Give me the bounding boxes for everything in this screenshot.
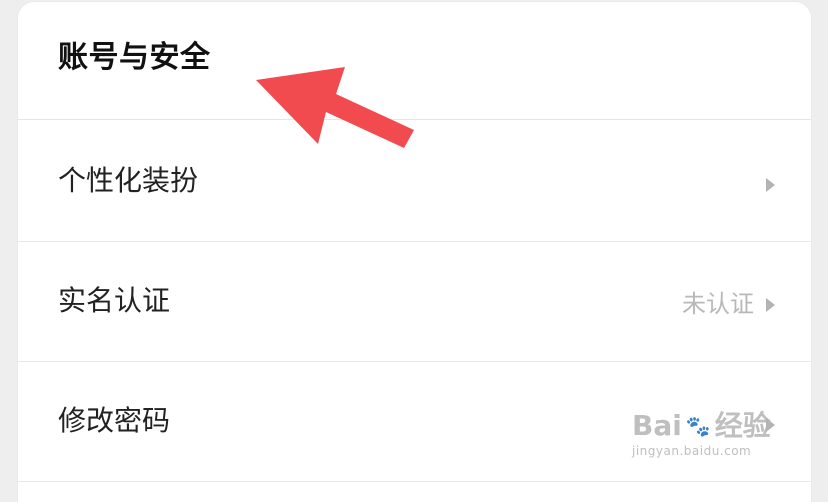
chevron-right-icon (766, 177, 775, 192)
watermark-suffix: 经验 (714, 409, 771, 442)
baidu-watermark: Bai 🐾 经验 jingyan.baidu.com (632, 412, 792, 482)
settings-row-real-name[interactable]: 实名认证 未认证 (18, 242, 811, 362)
settings-row-personalization[interactable]: 个性化装扮 (18, 122, 811, 242)
watermark-brand: Bai 🐾 经验 (632, 412, 792, 440)
settings-row-right: 未认证 (682, 288, 775, 320)
watermark-brand-text: Bai (632, 409, 682, 442)
page-title: 账号与安全 (58, 40, 211, 75)
watermark-url: jingyan.baidu.com (632, 444, 752, 458)
paw-icon: 🐾 (685, 414, 711, 438)
verification-status: 未认证 (682, 290, 754, 318)
screen: 账号与安全 个性化装扮 实名认证 未认证 修改密码 Bai � (0, 0, 828, 502)
settings-row-label: 个性化装扮 (58, 164, 199, 197)
settings-row-label: 实名认证 (58, 284, 171, 317)
card-header: 账号与安全 (18, 2, 811, 120)
chevron-right-icon (766, 297, 775, 312)
settings-row-label: 修改密码 (58, 404, 171, 437)
settings-row-right (766, 168, 775, 200)
